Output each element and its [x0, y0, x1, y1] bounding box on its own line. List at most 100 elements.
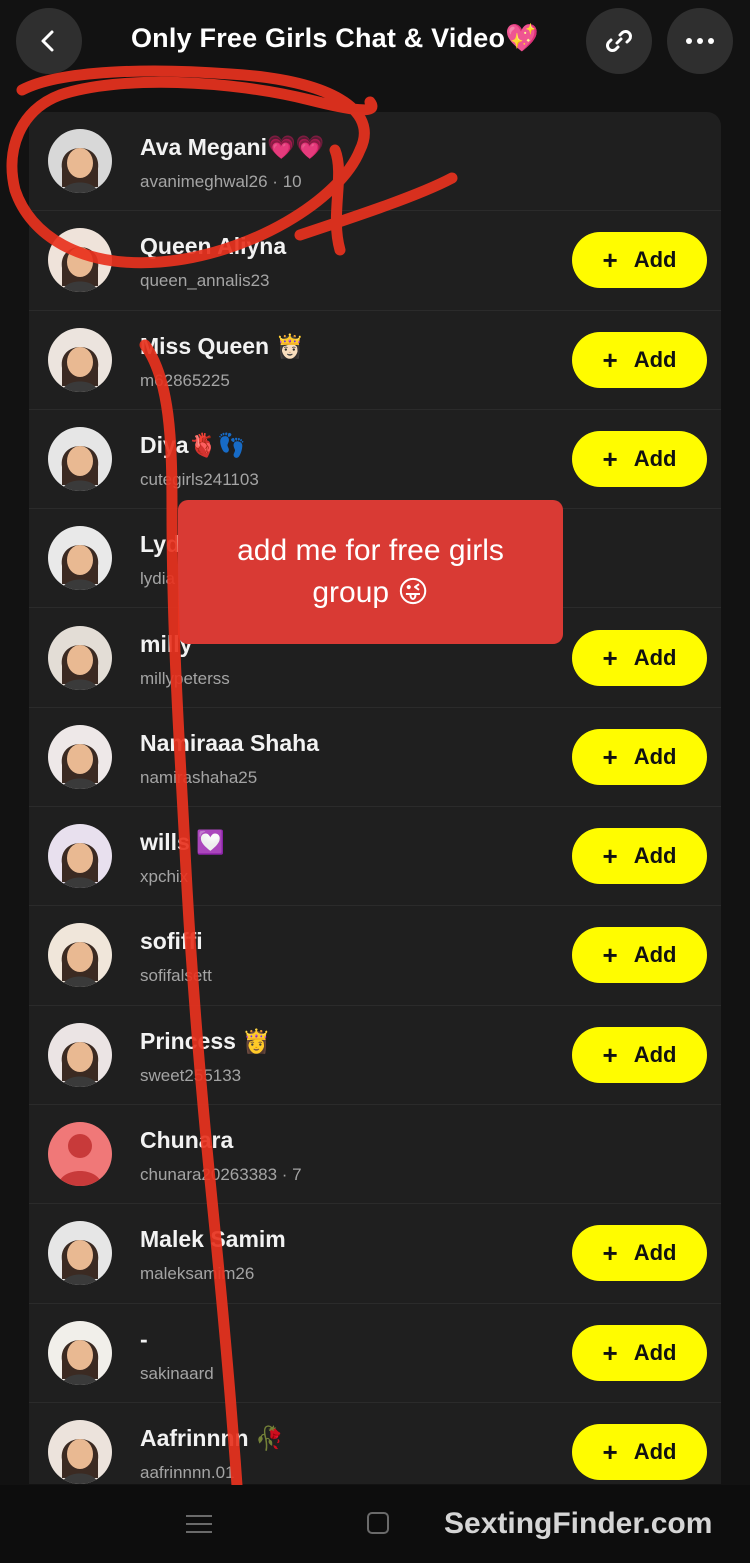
member-name: sofiffi: [140, 928, 203, 955]
plus-icon: +: [602, 245, 618, 276]
promo-popup: add me for free girls group 😜: [178, 500, 563, 644]
avatar[interactable]: [48, 228, 112, 293]
add-label: Add: [633, 1339, 677, 1365]
avatar[interactable]: [48, 526, 112, 591]
member-username: xpchix: [140, 867, 189, 887]
member-row[interactable]: - sakinaard + Add: [29, 1304, 721, 1403]
member-name: wills 💟: [140, 829, 225, 856]
add-friend-button[interactable]: + Add: [572, 1324, 707, 1381]
avatar[interactable]: [48, 1320, 112, 1385]
plus-icon: +: [602, 841, 618, 872]
member-name: Miss Queen 👸🏻: [140, 332, 305, 359]
member-name: Aafrinnnn 🥀: [140, 1424, 284, 1451]
avatar[interactable]: [48, 1221, 112, 1286]
member-username: aafrinnnn.01: [140, 1462, 235, 1482]
member-name: Diya🫀👣: [140, 431, 246, 458]
member-username: millypeterss: [140, 668, 230, 688]
avatar[interactable]: [48, 1122, 112, 1186]
add-label: Add: [633, 445, 677, 471]
more-horizontal-icon: [686, 38, 714, 44]
more-button[interactable]: [667, 8, 733, 74]
home-icon[interactable]: [367, 1512, 389, 1534]
plus-icon: +: [602, 940, 618, 971]
plus-icon: +: [602, 741, 618, 772]
member-row[interactable]: sofiffi sofifalsett + Add: [29, 906, 721, 1006]
add-label: Add: [633, 843, 677, 869]
link-button[interactable]: [586, 8, 652, 74]
member-row[interactable]: Aafrinnnn 🥀 aafrinnnn.01 + Add: [29, 1403, 721, 1484]
member-username: sakinaard: [140, 1363, 214, 1383]
avatar[interactable]: [48, 724, 112, 789]
member-name: Malek Samim: [140, 1226, 286, 1253]
add-friend-button[interactable]: + Add: [572, 728, 707, 785]
add-label: Add: [633, 1438, 677, 1464]
add-friend-button[interactable]: + Add: [572, 1225, 707, 1282]
page-title: Only Free Girls Chat & Video💖: [130, 23, 540, 53]
watermark: SextingFinder.com: [444, 1507, 713, 1540]
add-label: Add: [633, 1041, 677, 1067]
member-username: sweet255133: [140, 1065, 242, 1085]
plus-icon: +: [602, 1039, 618, 1070]
avatar[interactable]: [48, 625, 112, 690]
plus-icon: +: [602, 443, 618, 474]
add-label: Add: [633, 942, 677, 968]
member-name: Chunara: [140, 1127, 234, 1153]
add-label: Add: [633, 1240, 677, 1266]
avatar[interactable]: [48, 129, 112, 193]
member-row[interactable]: wills 💟 xpchix + Add: [29, 807, 721, 907]
plus-icon: +: [602, 642, 618, 673]
header-bar: Only Free Girls Chat & Video💖: [0, 0, 750, 90]
member-row[interactable]: Namiraaa Shaha namirashaha25 + Add: [29, 708, 721, 808]
popup-text: add me for free girls group 😜: [237, 534, 504, 609]
avatar[interactable]: [48, 1022, 112, 1087]
add-label: Add: [633, 743, 677, 769]
member-row[interactable]: Chunara chunara20263383 · 7: [29, 1105, 721, 1205]
plus-icon: +: [602, 1337, 618, 1368]
member-username: m62865225: [140, 370, 230, 390]
add-friend-button[interactable]: + Add: [572, 232, 707, 289]
recent-apps-icon[interactable]: [186, 1513, 212, 1535]
member-row[interactable]: Miss Queen 👸🏻 m62865225 + Add: [29, 311, 721, 410]
member-username: queen_annalis23: [140, 271, 270, 291]
member-username: maleksamim26: [140, 1264, 255, 1284]
member-username: sofifalsett: [140, 966, 212, 986]
link-icon: [606, 30, 632, 52]
member-name: Princess 👸: [140, 1027, 271, 1054]
member-row[interactable]: Diya🫀👣 cutegirls241103 + Add: [29, 410, 721, 510]
member-username: cutegirls241103: [140, 469, 259, 489]
add-label: Add: [633, 644, 677, 670]
member-name: Queen Aliyna: [140, 233, 287, 260]
plus-icon: +: [602, 344, 618, 375]
member-row[interactable]: Malek Samim maleksamim26 + Add: [29, 1204, 721, 1304]
member-row[interactable]: Princess 👸 sweet255133 + Add: [29, 1006, 721, 1105]
member-username: namirashaha25: [140, 767, 258, 787]
member-username: avanimeghwal26 · 10: [140, 172, 302, 191]
add-friend-button[interactable]: + Add: [572, 828, 707, 885]
add-friend-button[interactable]: + Add: [572, 927, 707, 984]
member-list: Ava Megani💗💗 avanimeghwal26 · 10 Queen Ali…: [29, 112, 721, 1484]
member-username: chunara20263383 · 7: [140, 1165, 302, 1184]
add-friend-button[interactable]: + Add: [572, 430, 707, 487]
avatar[interactable]: [48, 923, 112, 988]
member-name: -: [140, 1325, 148, 1352]
plus-icon: +: [602, 1436, 618, 1467]
add-label: Add: [633, 247, 677, 273]
add-friend-button[interactable]: + Add: [572, 1423, 707, 1480]
chevron-left-icon: [41, 30, 54, 52]
add-label: Add: [633, 346, 677, 372]
member-name: Ava Megani💗💗: [140, 134, 325, 160]
member-row[interactable]: Ava Megani💗💗 avanimeghwal26 · 10: [29, 112, 721, 212]
member-name: Namiraaa Shaha: [140, 729, 319, 756]
plus-icon: +: [602, 1238, 618, 1269]
add-friend-button[interactable]: + Add: [572, 1026, 707, 1083]
avatar[interactable]: [48, 426, 112, 491]
add-friend-button[interactable]: + Add: [572, 629, 707, 686]
avatar[interactable]: [48, 327, 112, 392]
back-button[interactable]: [16, 8, 82, 74]
system-nav-bar: SextingFinder.com: [0, 1485, 750, 1563]
add-friend-button[interactable]: + Add: [572, 331, 707, 388]
avatar[interactable]: [48, 824, 112, 889]
member-name: Lyd: [140, 531, 181, 558]
member-row[interactable]: Queen Aliyna queen_annalis23 + Add: [29, 211, 721, 311]
avatar[interactable]: [48, 1419, 112, 1484]
